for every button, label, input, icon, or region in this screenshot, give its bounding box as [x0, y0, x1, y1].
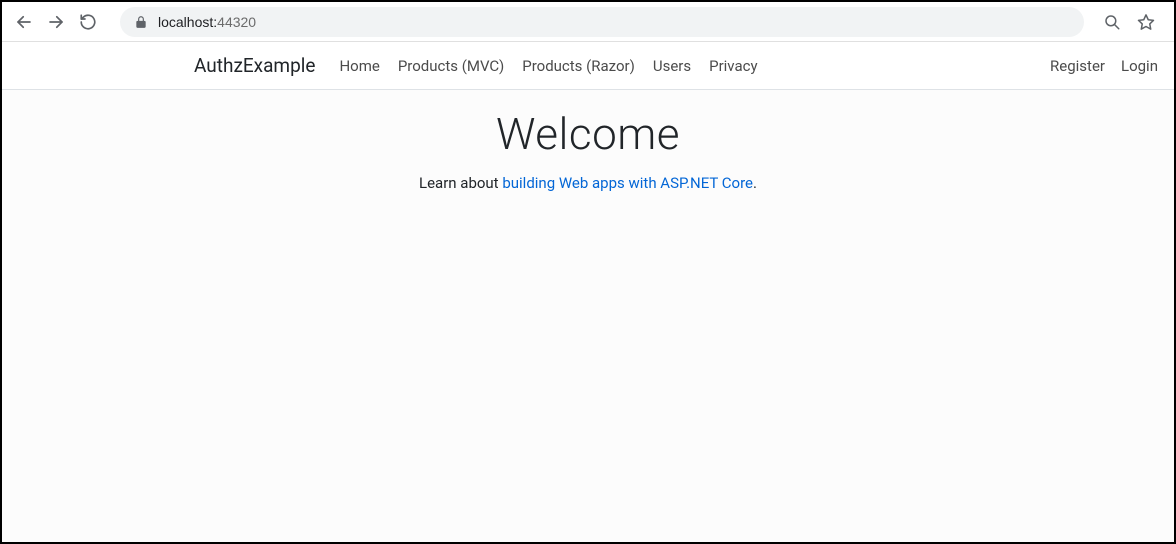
toolbar-right — [1098, 8, 1166, 36]
forward-button[interactable] — [42, 8, 70, 36]
page-body: Welcome Learn about building Web apps wi… — [2, 90, 1174, 542]
nav-login[interactable]: Login — [1121, 57, 1158, 75]
hero-subtitle: Learn about building Web apps with ASP.N… — [2, 174, 1174, 192]
hero-link[interactable]: building Web apps with ASP.NET Core — [502, 174, 753, 192]
nav-products-razor[interactable]: Products (Razor) — [522, 57, 635, 75]
star-icon — [1137, 13, 1155, 31]
hero-lead-prefix: Learn about — [419, 174, 502, 192]
url-text: localhost:44320 — [158, 14, 1070, 30]
reload-icon — [79, 13, 97, 31]
nav-home[interactable]: Home — [339, 57, 379, 75]
zoom-button[interactable] — [1098, 8, 1126, 36]
hero-lead-suffix: . — [753, 174, 757, 192]
navbar-left: AuthzExample Home Products (MVC) Product… — [194, 54, 758, 77]
browser-toolbar: localhost:44320 — [2, 2, 1174, 42]
navbar-right: Register Login — [1050, 57, 1158, 75]
lock-icon — [134, 15, 148, 29]
page-title: Welcome — [2, 108, 1174, 160]
page-navbar: AuthzExample Home Products (MVC) Product… — [2, 42, 1174, 90]
bookmark-button[interactable] — [1132, 8, 1160, 36]
brand-link[interactable]: AuthzExample — [194, 54, 315, 77]
nav-register[interactable]: Register — [1050, 57, 1105, 75]
url-host: localhost: — [158, 14, 217, 30]
hero: Welcome Learn about building Web apps wi… — [2, 108, 1174, 192]
back-button[interactable] — [10, 8, 38, 36]
address-bar[interactable]: localhost:44320 — [120, 7, 1084, 37]
url-port: 44320 — [217, 14, 256, 30]
arrow-right-icon — [47, 13, 65, 31]
nav-products-mvc[interactable]: Products (MVC) — [398, 57, 504, 75]
arrow-left-icon — [15, 13, 33, 31]
reload-button[interactable] — [74, 8, 102, 36]
zoom-icon — [1103, 13, 1121, 31]
nav-privacy[interactable]: Privacy — [709, 57, 757, 75]
nav-users[interactable]: Users — [653, 57, 691, 75]
